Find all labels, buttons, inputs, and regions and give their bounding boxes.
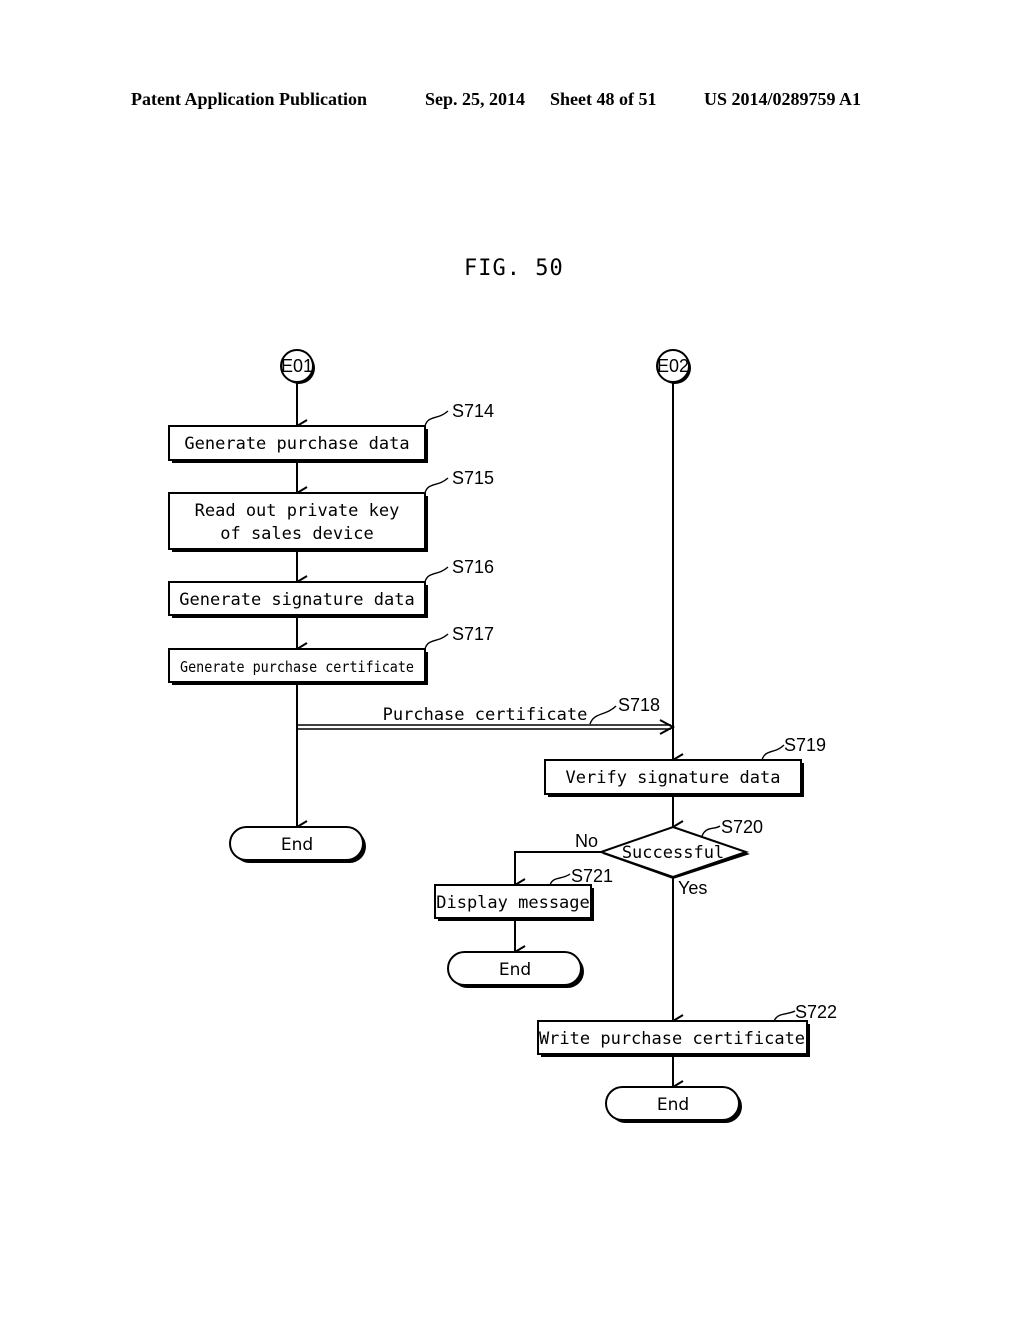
decision-s720-id: S720 [721, 817, 763, 837]
leader-s719 [761, 744, 785, 761]
step-s717: Generate purchase certificate S717 [168, 624, 494, 685]
step-s721-id: S721 [571, 866, 613, 886]
flowchart: E01 E02 Generate purchase data S714 Read… [168, 349, 837, 1123]
terminal-end-left-text: End [281, 835, 313, 855]
connector-e02-label: E02 [657, 356, 689, 376]
connector-e02: E02 [656, 349, 691, 384]
step-s722: Write purchase certificate S722 [537, 1002, 837, 1057]
leader-s715 [424, 477, 449, 494]
step-s716-text: Generate signature data [179, 590, 414, 610]
step-s715: Read out private key of sales device S71… [168, 468, 494, 552]
step-s714-text: Generate purchase data [184, 434, 409, 454]
transfer-s718-text: Purchase certificate [383, 705, 588, 725]
step-s717-text: Generate purchase certificate [180, 658, 414, 676]
step-s716-id: S716 [452, 557, 494, 577]
step-s722-text: Write purchase certificate [539, 1029, 805, 1049]
decision-s720-text: Successful [622, 843, 724, 863]
transfer-s718-id: S718 [618, 695, 660, 715]
step-s717-id: S717 [452, 624, 494, 644]
leader-s720 [701, 825, 721, 837]
transfer-s718: Purchase certificate S718 [297, 695, 676, 735]
terminal-end-mid: End [447, 951, 584, 988]
step-s719: Verify signature data S719 [544, 735, 826, 797]
decision-no-label: No [575, 831, 598, 851]
leader-s721 [549, 873, 571, 886]
terminal-end-right-text: End [657, 1095, 689, 1115]
terminal-end-right: End [605, 1086, 742, 1123]
step-s719-id: S719 [784, 735, 826, 755]
step-s715-id: S715 [452, 468, 494, 488]
terminal-end-left: End [229, 826, 366, 863]
step-s714-id: S714 [452, 401, 494, 421]
step-s715-line2: of sales device [220, 524, 374, 544]
step-s721: Display message S721 [434, 866, 613, 921]
leader-s717 [424, 633, 449, 650]
step-s719-text: Verify signature data [566, 768, 781, 788]
leader-s716 [424, 566, 449, 583]
step-s722-id: S722 [795, 1002, 837, 1022]
connector-e01-label: E01 [281, 356, 313, 376]
step-s715-line1: Read out private key [195, 501, 400, 521]
decision-yes-label: Yes [678, 878, 707, 898]
connector-e01: E01 [280, 349, 315, 384]
leader-s722 [773, 1010, 796, 1022]
leader-s718 [589, 705, 617, 725]
terminal-end-mid-text: End [499, 960, 531, 980]
step-s714: Generate purchase data S714 [168, 401, 494, 463]
step-s721-text: Display message [436, 893, 590, 913]
leader-s714 [424, 410, 449, 427]
step-s716: Generate signature data S716 [168, 557, 494, 618]
